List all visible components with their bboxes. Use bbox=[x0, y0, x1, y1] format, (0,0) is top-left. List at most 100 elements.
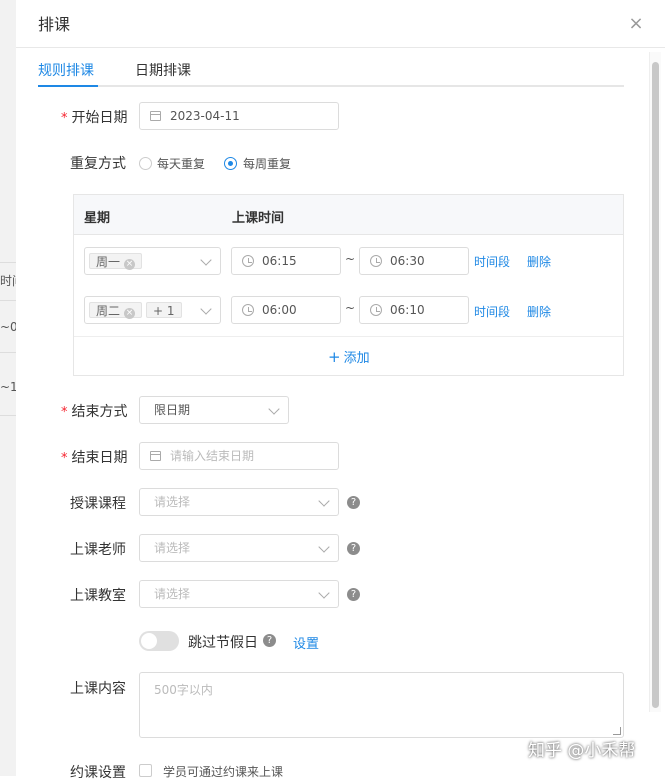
range-separator: ~ bbox=[345, 252, 356, 266]
end-mode-value: 限日期 bbox=[154, 403, 191, 417]
clock-icon bbox=[370, 304, 382, 316]
help-icon[interactable]: ? bbox=[347, 588, 360, 601]
start-time-input[interactable]: 06:15 bbox=[231, 247, 341, 275]
table-divider bbox=[74, 336, 623, 337]
start-date-label-text: 开始日期 bbox=[71, 110, 128, 126]
weekday-tag-text: 周二 bbox=[96, 304, 121, 318]
table-header: 星期 上课时间 bbox=[74, 195, 623, 235]
chevron-down-icon bbox=[318, 495, 330, 507]
plus-icon: + bbox=[328, 348, 341, 366]
tag-close-icon[interactable]: × bbox=[124, 308, 136, 319]
skip-holiday-toggle[interactable] bbox=[139, 631, 179, 651]
delete-link[interactable]: 删除 bbox=[527, 303, 551, 320]
repeat-label: 重复方式 bbox=[70, 156, 126, 172]
end-time-input[interactable]: 06:30 bbox=[359, 247, 469, 275]
radio-weekly[interactable] bbox=[224, 157, 237, 170]
schedule-dialog: 排课 × 规则排课 日期排课 * 开始日期 2023-04-11 重复方式 每天重… bbox=[16, 0, 665, 781]
chevron-down-icon bbox=[268, 403, 280, 415]
add-row-label: 添加 bbox=[343, 351, 370, 366]
delete-link[interactable]: 删除 bbox=[527, 253, 551, 270]
chevron-down-icon bbox=[318, 587, 330, 599]
teacher-select[interactable]: 请选择 bbox=[139, 534, 339, 562]
header-divider bbox=[16, 47, 665, 48]
radio-daily[interactable] bbox=[139, 157, 152, 170]
background-divider bbox=[0, 262, 16, 263]
required-mark: * bbox=[61, 111, 68, 126]
end-time-input[interactable]: 06:10 bbox=[359, 296, 469, 324]
start-time-value: 06:00 bbox=[262, 303, 297, 317]
end-date-label-text: 结束日期 bbox=[71, 450, 128, 466]
booking-label: 约课设置 bbox=[70, 765, 126, 781]
background-divider bbox=[0, 415, 16, 416]
content-textarea[interactable]: 500字以内 bbox=[139, 672, 624, 738]
clock-icon bbox=[370, 255, 382, 267]
chevron-down-icon bbox=[200, 303, 212, 315]
start-date-input[interactable]: 2023-04-11 bbox=[139, 102, 339, 130]
header-class-time: 上课时间 bbox=[232, 211, 285, 226]
end-mode-label: * 结束方式 bbox=[61, 401, 128, 421]
weekday-tag: 周二 × bbox=[89, 302, 143, 319]
weekday-select[interactable]: 周一 × bbox=[84, 247, 221, 275]
tab-date-schedule[interactable]: 日期排课 bbox=[135, 60, 191, 80]
radio-weekly-label[interactable]: 每周重复 bbox=[243, 155, 291, 172]
radio-daily-label[interactable]: 每天重复 bbox=[157, 155, 205, 172]
teacher-placeholder: 请选择 bbox=[154, 541, 191, 555]
schedule-table: 星期 上课时间 周一 × 06:15 ~ 06:30 时间段 删除 周二 × + 1… bbox=[73, 194, 624, 376]
end-time-value: 06:30 bbox=[390, 254, 425, 268]
chevron-down-icon bbox=[318, 541, 330, 553]
weekday-tag-text: 周一 bbox=[96, 255, 121, 269]
scrollbar-thumb[interactable] bbox=[652, 62, 659, 708]
add-row-button[interactable]: + 添加 bbox=[328, 347, 370, 366]
tab-rule-schedule[interactable]: 规则排课 bbox=[38, 60, 94, 80]
tab-active-indicator bbox=[38, 85, 98, 87]
dialog-title: 排课 bbox=[38, 15, 71, 34]
course-select[interactable]: 请选择 bbox=[139, 488, 339, 516]
clock-icon bbox=[242, 255, 254, 267]
end-mode-label-text: 结束方式 bbox=[71, 404, 128, 420]
help-icon[interactable]: ? bbox=[347, 496, 360, 509]
content-label: 上课内容 bbox=[70, 681, 126, 697]
weekday-tag: 周一 × bbox=[89, 253, 143, 270]
tabs-divider bbox=[38, 85, 624, 87]
start-date-value: 2023-04-11 bbox=[170, 109, 240, 123]
header-weekday: 星期 bbox=[84, 211, 111, 226]
calendar-icon bbox=[150, 451, 161, 461]
chevron-down-icon bbox=[200, 254, 212, 266]
end-time-value: 06:10 bbox=[390, 303, 425, 317]
skip-holiday-label: 跳过节假日 bbox=[188, 635, 258, 651]
classroom-select[interactable]: 请选择 bbox=[139, 580, 339, 608]
range-separator: ~ bbox=[345, 301, 356, 315]
help-icon[interactable]: ? bbox=[263, 634, 276, 647]
tag-close-icon[interactable]: × bbox=[124, 259, 136, 270]
teacher-label: 上课老师 bbox=[70, 542, 126, 558]
booking-checkbox[interactable] bbox=[139, 764, 152, 777]
start-date-label: * 开始日期 bbox=[61, 107, 128, 127]
background-divider bbox=[0, 300, 16, 301]
end-date-label: * 结束日期 bbox=[61, 447, 128, 467]
background-divider bbox=[0, 352, 16, 353]
weekday-select[interactable]: 周二 × + 1 bbox=[84, 296, 221, 324]
required-mark: * bbox=[61, 405, 68, 420]
start-time-input[interactable]: 06:00 bbox=[231, 296, 341, 324]
clock-icon bbox=[242, 304, 254, 316]
help-icon[interactable]: ? bbox=[347, 542, 360, 555]
time-slot-link[interactable]: 时间段 bbox=[474, 303, 510, 320]
holiday-settings-link[interactable]: 设置 bbox=[293, 633, 319, 652]
end-mode-select[interactable]: 限日期 bbox=[139, 396, 289, 424]
course-label: 授课课程 bbox=[70, 496, 126, 512]
close-icon[interactable]: × bbox=[627, 15, 645, 33]
classroom-label: 上课教室 bbox=[70, 588, 126, 604]
time-slot-link[interactable]: 时间段 bbox=[474, 253, 510, 270]
required-mark: * bbox=[61, 451, 68, 466]
start-time-value: 06:15 bbox=[262, 254, 297, 268]
end-date-input[interactable]: 请输入结束日期 bbox=[139, 442, 339, 470]
content-placeholder: 500字以内 bbox=[154, 683, 213, 697]
resize-handle-icon[interactable] bbox=[613, 727, 621, 735]
end-date-placeholder: 请输入结束日期 bbox=[170, 449, 255, 463]
booking-checkbox-label[interactable]: 学员可通过约课来上课 bbox=[163, 763, 283, 780]
course-placeholder: 请选择 bbox=[154, 495, 191, 509]
watermark-text: 知乎 @小禾帮 bbox=[528, 741, 636, 761]
calendar-icon bbox=[150, 111, 161, 121]
classroom-placeholder: 请选择 bbox=[154, 587, 191, 601]
more-count-tag: + 1 bbox=[146, 302, 182, 318]
